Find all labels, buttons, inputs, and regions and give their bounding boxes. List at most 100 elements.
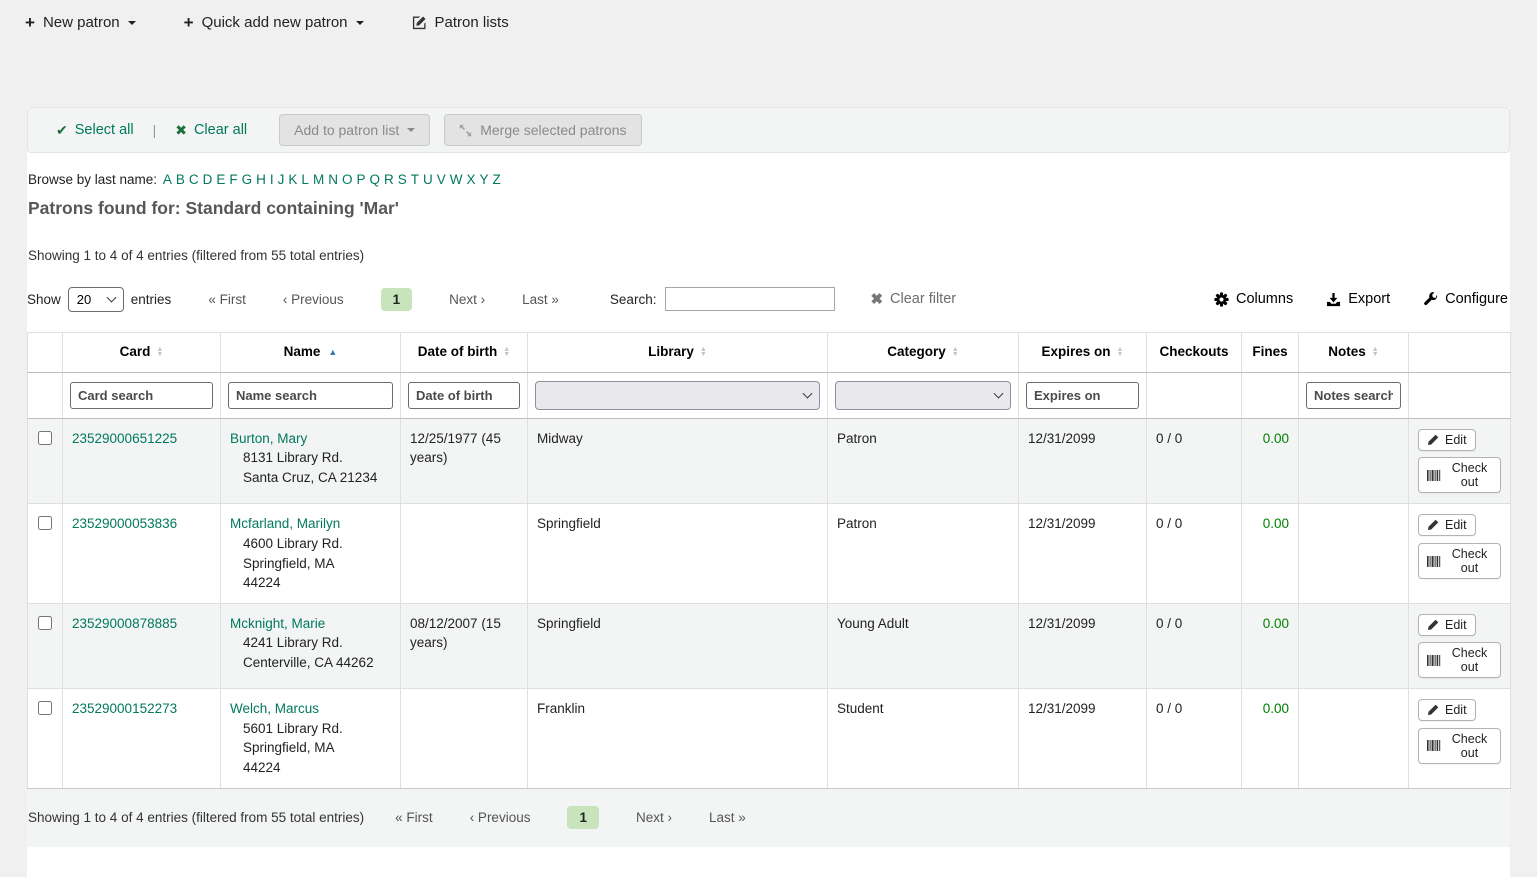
browse-letter-B[interactable]: B: [176, 172, 185, 187]
category-cell: Patron: [828, 504, 1019, 603]
edit-patron-button[interactable]: Edit: [1418, 699, 1476, 721]
column-header-category[interactable]: Category▲▼: [828, 333, 1019, 373]
merge-patrons-button[interactable]: Merge selected patrons: [444, 114, 641, 146]
browse-letter-G[interactable]: G: [242, 172, 253, 187]
category-filter-select[interactable]: [835, 381, 1011, 410]
browse-letter-T[interactable]: T: [411, 172, 419, 187]
edit-patron-button[interactable]: Edit: [1418, 614, 1476, 636]
select-wrapper: [535, 381, 820, 410]
patron-name-link[interactable]: Mcknight, Marie: [230, 616, 325, 631]
patron-card-link[interactable]: 23529000651225: [72, 431, 177, 446]
checkout-patron-button[interactable]: Check out: [1418, 642, 1501, 678]
column-header-label: Category: [887, 344, 946, 359]
browse-letter-Z[interactable]: Z: [493, 172, 501, 187]
patron-name-link[interactable]: Burton, Mary: [230, 431, 307, 446]
column-header-notes[interactable]: Notes▲▼: [1299, 333, 1409, 373]
browse-letter-X[interactable]: X: [467, 172, 476, 187]
dob-filter-input[interactable]: [408, 382, 520, 409]
columns-button[interactable]: Columns: [1214, 291, 1293, 307]
browse-letter-P[interactable]: P: [356, 172, 365, 187]
edit-patron-button[interactable]: Edit: [1418, 514, 1476, 536]
expires-filter-input[interactable]: [1026, 382, 1139, 409]
pagination-last[interactable]: Last »: [522, 288, 559, 311]
page-size-select[interactable]: 20: [68, 287, 124, 312]
checkout-patron-button[interactable]: Check out: [1418, 543, 1501, 579]
expires-cell: 12/31/2099: [1019, 504, 1147, 603]
pagination-previous[interactable]: ‹ Previous: [283, 288, 344, 311]
patron-card-link[interactable]: 23529000152273: [72, 701, 177, 716]
quick-add-label: Quick add new patron: [202, 14, 348, 31]
checkout-patron-button[interactable]: Check out: [1418, 728, 1501, 764]
patron-lists-button[interactable]: Patron lists: [412, 14, 509, 31]
patron-address-line: 8131 Library Rd.: [230, 448, 391, 468]
browse-letter-S[interactable]: S: [398, 172, 407, 187]
card-filter-input[interactable]: [70, 382, 213, 409]
pagination-current-page[interactable]: 1: [381, 288, 413, 311]
browse-letter-W[interactable]: W: [450, 172, 463, 187]
browse-letter-C[interactable]: C: [189, 172, 199, 187]
pagination-first[interactable]: « First: [208, 288, 246, 311]
patron-name-link[interactable]: Welch, Marcus: [230, 701, 319, 716]
patron-card-link[interactable]: 23529000878885: [72, 616, 177, 631]
column-header-name[interactable]: Name▲: [221, 333, 401, 373]
pagination-next[interactable]: Next ›: [636, 806, 672, 829]
patron-name-link[interactable]: Mcfarland, Marilyn: [230, 516, 340, 531]
library-filter-select[interactable]: [535, 381, 820, 410]
plus-icon: +: [184, 14, 194, 31]
pagination-current-page[interactable]: 1: [567, 806, 599, 829]
configure-button[interactable]: Configure: [1423, 291, 1508, 307]
table-search-input[interactable]: [665, 287, 835, 311]
browse-letter-Y[interactable]: Y: [480, 172, 489, 187]
pagination-previous[interactable]: ‹ Previous: [470, 806, 531, 829]
add-to-patron-list-button[interactable]: Add to patron list: [279, 114, 430, 146]
column-header-label: Expires on: [1042, 344, 1111, 359]
selection-toolbar: ✔ Select all | ✖ Clear all Add to patron…: [27, 107, 1510, 153]
edit-patron-button[interactable]: Edit: [1418, 429, 1476, 451]
clear-all-button[interactable]: ✖ Clear all: [175, 122, 247, 139]
browse-letter-I[interactable]: I: [270, 172, 274, 187]
column-header-library[interactable]: Library▲▼: [528, 333, 828, 373]
browse-letter-L[interactable]: L: [301, 172, 309, 187]
edit-label: Edit: [1445, 433, 1467, 447]
quick-add-patron-button[interactable]: + Quick add new patron: [184, 14, 364, 31]
new-patron-button[interactable]: + New patron: [25, 14, 136, 31]
browse-letter-E[interactable]: E: [216, 172, 225, 187]
row-select-checkbox[interactable]: [38, 701, 52, 715]
browse-letter-A[interactable]: A: [163, 172, 172, 187]
browse-letter-O[interactable]: O: [342, 172, 353, 187]
checkout-patron-button[interactable]: Check out: [1418, 457, 1501, 493]
edit-list-icon: [412, 15, 427, 30]
notes-filter-input[interactable]: [1306, 382, 1401, 409]
row-select-checkbox[interactable]: [38, 431, 52, 445]
browse-letter-Q[interactable]: Q: [369, 172, 380, 187]
checkouts-cell: 0 / 0: [1147, 418, 1242, 504]
pagination-next[interactable]: Next ›: [449, 288, 485, 311]
row-select-checkbox[interactable]: [38, 516, 52, 530]
clear-filter-button[interactable]: ✖ Clear filter: [864, 289, 962, 309]
browse-letter-N[interactable]: N: [328, 172, 338, 187]
pagination-last[interactable]: Last »: [709, 806, 746, 829]
browse-letter-U[interactable]: U: [423, 172, 433, 187]
browse-letter-J[interactable]: J: [278, 172, 285, 187]
browse-letter-K[interactable]: K: [288, 172, 297, 187]
browse-letter-V[interactable]: V: [437, 172, 446, 187]
browse-letter-D[interactable]: D: [203, 172, 213, 187]
chevron-down-icon: [128, 21, 136, 29]
column-header-fines: Fines: [1242, 333, 1299, 373]
name-filter-input[interactable]: [228, 382, 393, 409]
card-cell: 23529000878885: [63, 603, 221, 689]
column-header-card[interactable]: Card▲▼: [63, 333, 221, 373]
browse-letter-M[interactable]: M: [313, 172, 324, 187]
column-header-dob[interactable]: Date of birth▲▼: [401, 333, 528, 373]
select-all-button[interactable]: ✔ Select all: [56, 122, 134, 139]
browse-letter-F[interactable]: F: [229, 172, 237, 187]
column-header-expires[interactable]: Expires on▲▼: [1019, 333, 1147, 373]
browse-letter-R[interactable]: R: [384, 172, 394, 187]
patron-card-link[interactable]: 23529000053836: [72, 516, 177, 531]
pagination-first[interactable]: « First: [395, 806, 433, 829]
export-button[interactable]: Export: [1326, 291, 1390, 307]
checkout-label: Check out: [1447, 732, 1492, 760]
page-size-control: Show 20 entries: [27, 287, 171, 312]
browse-letter-H[interactable]: H: [256, 172, 266, 187]
row-select-checkbox[interactable]: [38, 616, 52, 630]
